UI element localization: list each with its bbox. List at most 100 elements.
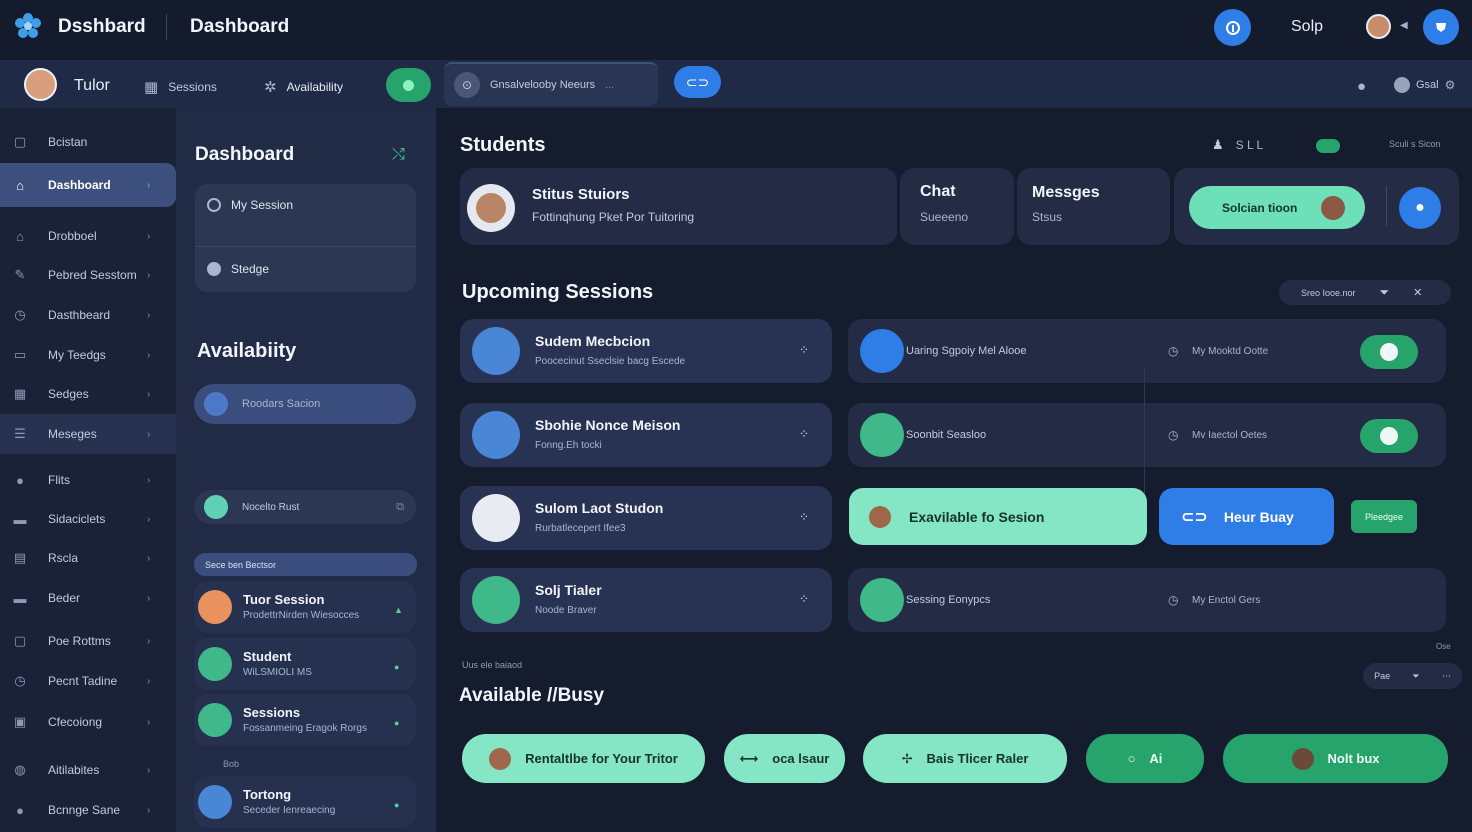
- middle-filter[interactable]: Sece ben Bectsor: [194, 553, 417, 576]
- list-item[interactable]: Sessions Fossanmeing Eragok Rorgs ●: [194, 694, 416, 746]
- options-icon[interactable]: ⁘: [799, 510, 809, 524]
- options-icon[interactable]: ⁘: [799, 427, 809, 441]
- chat-card[interactable]: [900, 168, 1014, 245]
- settings-icon: ⚙: [1444, 78, 1456, 92]
- available-busy-title: Available //Busy: [459, 685, 605, 706]
- session-card[interactable]: Sulom Laot Studon Rurbatlecepert Ifee3 ⁘: [460, 486, 832, 550]
- tab-sessions[interactable]: ▦ Sessions: [144, 78, 217, 96]
- account-label: Gsal: [1416, 79, 1439, 91]
- sidebar-item-bcnnge-sane[interactable]: ● Bcnnge Sane ›: [0, 790, 176, 830]
- sidebar-item-dashboard[interactable]: ⌂ Dashboard ›: [0, 163, 176, 207]
- available-for-session-button[interactable]: Exavilable fo Sesion: [849, 488, 1147, 545]
- session-detail-card[interactable]: Uaring Sgpoiy Mel Alooe ◷ My Mooktd Oott…: [848, 319, 1446, 383]
- session-card[interactable]: Sudem Mecbcion Poocecinut Sseclsie bacg …: [460, 319, 832, 383]
- students-toolbar[interactable]: ♟ S L L: [1212, 137, 1263, 153]
- toolbar-toggle[interactable]: [1316, 139, 1340, 153]
- sidebar-item-pecnt-tadine[interactable]: ◷ Pecnt Tadine ›: [0, 661, 176, 701]
- shield-button[interactable]: [1423, 9, 1459, 45]
- availability-input[interactable]: Roodars Sacion: [194, 384, 416, 424]
- list-item[interactable]: Tortong Seceder Ienreaecing ●: [194, 776, 416, 828]
- user-name[interactable]: Solp: [1291, 18, 1323, 36]
- more-icon: ⋯: [1441, 670, 1451, 681]
- rater-button[interactable]: ✢ Bais Tlicer Raler: [863, 734, 1067, 783]
- sidebar-item-beder[interactable]: ▬ Beder ›: [0, 578, 176, 618]
- session-detail-card[interactable]: Sessing Eonypcs ◷ My Enctol Gers: [848, 568, 1446, 632]
- sidebar-item-poe-rottms[interactable]: ▢ Poe Rottms ›: [0, 621, 176, 661]
- avatar: [489, 747, 512, 770]
- avatar: [1321, 195, 1345, 220]
- notice-input[interactable]: Nocelto Rust ⧉: [194, 490, 416, 524]
- tab-availability[interactable]: ✲ Availability: [264, 78, 343, 96]
- session-toggle[interactable]: [1360, 419, 1418, 453]
- card-icon: ▬: [13, 511, 27, 527]
- user-icon: ♟: [1212, 137, 1224, 152]
- sidebar-item-label: Cfecoiong: [48, 715, 103, 729]
- sidebar-item-meseges[interactable]: ☰ Meseges ›: [0, 414, 176, 454]
- bell-icon[interactable]: ●: [1357, 78, 1366, 95]
- tab-availability-label: Availability: [286, 80, 344, 94]
- sidebar-item-dasthbeard[interactable]: ◷ Dasthbeard ›: [0, 295, 176, 335]
- link-button[interactable]: ⊂⊃: [674, 66, 721, 98]
- rentable-button[interactable]: Rentaltlbe for Your Tritor: [462, 734, 705, 783]
- chevron-right-icon: ›: [147, 428, 151, 440]
- messages-card[interactable]: [1017, 168, 1170, 245]
- square-icon: ▢: [13, 633, 27, 648]
- drop-button[interactable]: ●: [1399, 187, 1441, 229]
- solution-button[interactable]: Solcian tioon: [1189, 186, 1365, 229]
- messages-subtitle: Stsus: [1032, 210, 1063, 224]
- gear-icon: ✲: [264, 79, 277, 96]
- list-item-title: Tortong: [243, 787, 292, 802]
- sidebar-item-flits[interactable]: ● Flits ›: [0, 460, 176, 500]
- session-card[interactable]: Sbohie Nonce Meison Fonng.Eh tocki ⁘: [460, 403, 832, 467]
- not-busy-button[interactable]: Nolt bux: [1223, 734, 1448, 783]
- my-session-row[interactable]: My Session: [207, 198, 293, 212]
- stedge-row[interactable]: Stedge: [207, 262, 269, 276]
- sidebar-item-label: Sidaciclets: [48, 512, 106, 526]
- hour-button[interactable]: ⟷ oca lsaur: [724, 734, 845, 783]
- session-card[interactable]: Solj Tialer Noode Braver ⁘: [460, 568, 832, 632]
- filter-icon[interactable]: ⏷: [1380, 285, 1390, 300]
- sidebar-item-bcistan[interactable]: ▢ Bcistan: [0, 122, 176, 162]
- status-card[interactable]: [460, 168, 897, 245]
- copy-icon[interactable]: ⧉: [396, 501, 404, 514]
- caret-down-icon[interactable]: ◀: [1400, 20, 1408, 31]
- pill-label: Bais Tlicer Raler: [926, 751, 1029, 766]
- image-icon: ▣: [13, 714, 27, 729]
- doc-icon: ▤: [13, 550, 27, 565]
- sidebar-item-aitilabites[interactable]: ◍ Aitilabites ›: [0, 750, 176, 790]
- sidebar-item-cfecoiong[interactable]: ▣ Cfecoiong ›: [0, 702, 176, 742]
- close-icon[interactable]: ✕: [1413, 286, 1422, 299]
- ai-button[interactable]: ○ Ai: [1086, 734, 1204, 783]
- page-title: Dashboard: [190, 16, 290, 37]
- status-toggle[interactable]: [386, 68, 431, 102]
- grid-icon: ▦: [144, 79, 159, 96]
- session-toggle[interactable]: [1360, 335, 1418, 369]
- options-icon[interactable]: ⁘: [799, 592, 809, 606]
- options-icon[interactable]: ⁘: [799, 343, 809, 357]
- chevron-right-icon: ›: [147, 179, 151, 191]
- upcoming-filter[interactable]: Sreo Iooe.nor ⏷ ✕: [1279, 280, 1451, 305]
- detail-title: Sessing Eonypcs: [906, 594, 991, 606]
- expand-icon[interactable]: ⤭: [392, 146, 405, 164]
- session-detail-card[interactable]: Soonbit Seasloo ◷ Mv Iaectol Oetes: [848, 403, 1446, 467]
- account-menu[interactable]: Gsal ⚙: [1394, 77, 1455, 93]
- chevron-right-icon: ›: [147, 309, 151, 321]
- busy-button[interactable]: ⊂⊃ Heur Buay: [1159, 488, 1334, 545]
- search-icon: ⊙: [454, 72, 480, 98]
- pledge-button[interactable]: Pleedgee: [1351, 500, 1417, 533]
- sidebar-item-my-teedgs[interactable]: ▭ My Teedgs ›: [0, 335, 176, 375]
- sidebar-item-rscla[interactable]: ▤ Rscla ›: [0, 538, 176, 578]
- sidebar-item-pebred-sesstom[interactable]: ✎ Pebred Sesstom ›: [0, 255, 176, 295]
- sidebar-item-sidaciclets[interactable]: ▬ Sidaciclets ›: [0, 499, 176, 539]
- search-bar[interactable]: ⊙ Gnsalvelooby Neeurs ...: [444, 62, 658, 106]
- list-item[interactable]: Student WiLSMIOLI MS ●: [194, 638, 416, 690]
- sidebar-item-drobboel[interactable]: ⌂ Drobboel ›: [0, 216, 176, 256]
- help-button[interactable]: [1214, 9, 1251, 46]
- sidebar-item-sedges[interactable]: ▦ Sedges ›: [0, 374, 176, 414]
- flower-logo-icon[interactable]: [14, 12, 42, 40]
- tutor-avatar[interactable]: [24, 68, 57, 101]
- list-item[interactable]: Tuor Session ProdettrNirden Wiesocces ▲: [194, 581, 416, 633]
- toggle-knob: [1380, 343, 1398, 361]
- bottom-filter[interactable]: Pae ⏷ ⋯: [1363, 663, 1462, 689]
- avatar[interactable]: [1366, 14, 1391, 39]
